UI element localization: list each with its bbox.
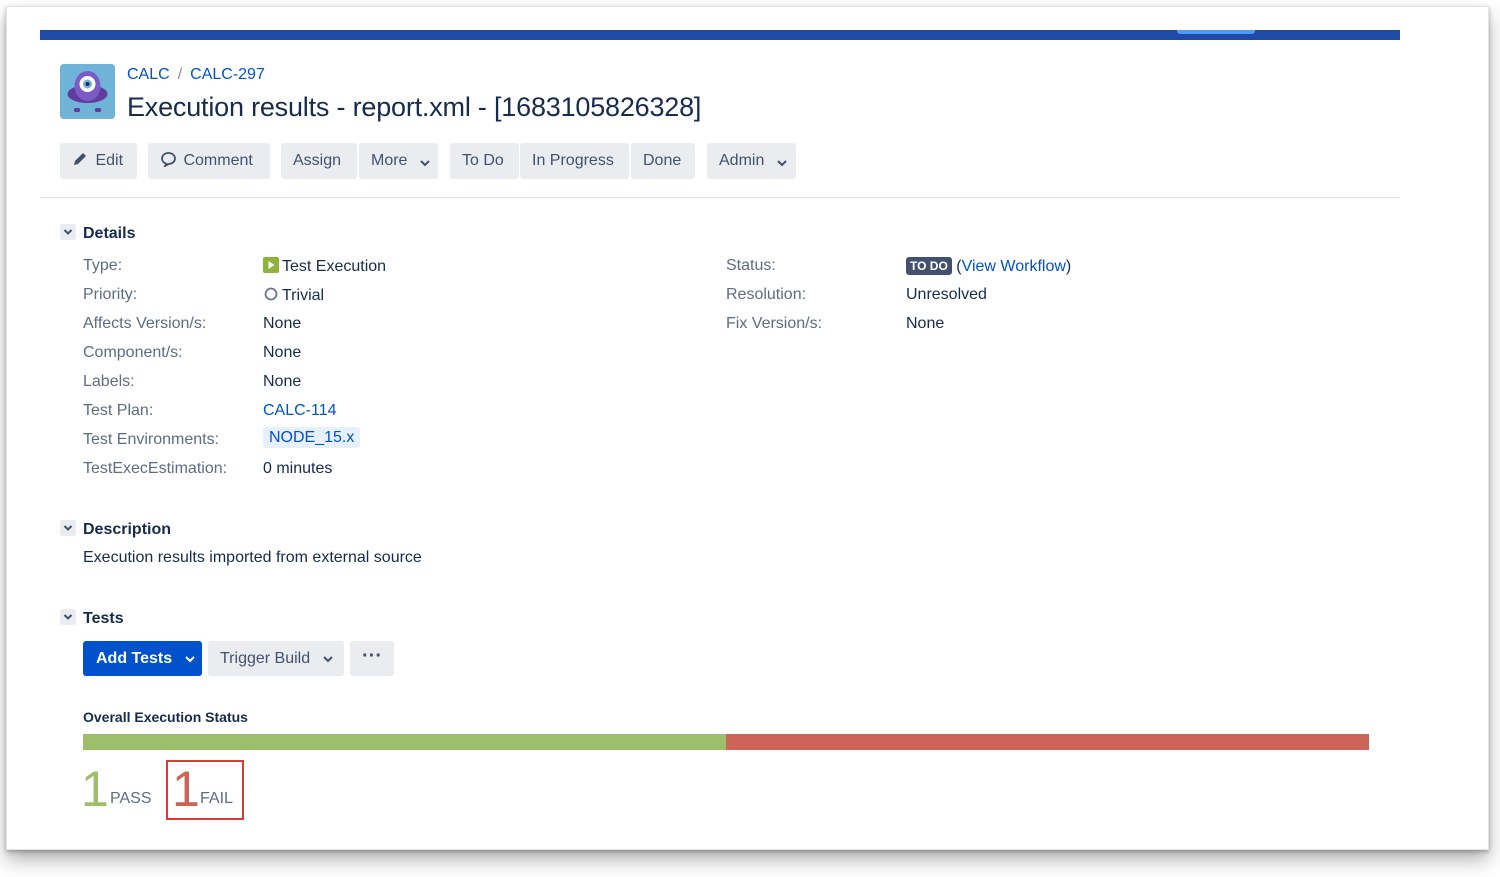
tests-section-header[interactable]: Tests <box>60 609 124 628</box>
assign-button[interactable]: Assign <box>281 143 357 179</box>
priority-value-text: Trivial <box>282 287 325 304</box>
status-label: Status: <box>726 257 776 274</box>
collapse-toggle-icon <box>60 224 76 240</box>
affects-version-label: Affects Version/s: <box>83 315 207 332</box>
more-actions-button[interactable]: ··· <box>350 641 394 676</box>
overall-execution-status-title: Overall Execution Status <box>83 709 248 725</box>
chevron-down-icon <box>777 160 787 167</box>
type-value-text: Test Execution <box>282 258 387 275</box>
fail-highlight-box <box>166 760 244 820</box>
chevron-down-icon <box>322 656 333 663</box>
description-heading: Description <box>83 521 172 538</box>
view-workflow-link[interactable]: View Workflow <box>962 258 1066 275</box>
description-section-header[interactable]: Description <box>60 520 171 539</box>
breadcrumb-separator: / <box>177 66 183 83</box>
test-plan-link[interactable]: CALC-114 <box>263 402 337 419</box>
fix-version-label: Fix Version/s: <box>726 315 823 332</box>
pass-count: 1 <box>81 761 109 817</box>
transition-in-progress-button[interactable]: In Progress <box>520 143 629 179</box>
type-value: Test Execution <box>263 257 386 276</box>
project-avatar[interactable] <box>60 64 115 119</box>
labels-value: None <box>263 373 302 390</box>
affects-version-value: None <box>263 315 302 332</box>
project-avatar-icon <box>60 64 115 119</box>
priority-label: Priority: <box>83 286 138 303</box>
test-exec-estimation-label: TestExecEstimation: <box>83 460 228 477</box>
top-nav-active-tab[interactable] <box>1177 30 1255 34</box>
more-button-label: More <box>371 152 408 169</box>
edit-button-label: Edit <box>95 152 124 169</box>
trivial-priority-icon <box>264 287 278 301</box>
trigger-build-label: Trigger Build <box>220 650 311 667</box>
chevron-down-icon <box>184 656 195 663</box>
transition-in-progress-label: In Progress <box>532 152 614 169</box>
collapse-toggle-icon <box>60 520 76 536</box>
transition-todo-label: To Do <box>462 152 504 169</box>
transition-done-label: Done <box>643 152 682 169</box>
test-environments-value: NODE_15.x <box>263 427 361 448</box>
transition-done-button[interactable]: Done <box>631 143 695 179</box>
pass-segment[interactable] <box>83 734 726 750</box>
page-title: Execution results - report.xml - [168310… <box>127 92 702 122</box>
test-exec-estimation-value: 0 minutes <box>263 460 333 477</box>
comment-icon <box>161 152 176 169</box>
edit-button[interactable]: Edit <box>60 143 137 179</box>
test-plan-value: CALC-114 <box>263 402 337 420</box>
details-heading: Details <box>83 225 136 242</box>
test-environments-label: Test Environments: <box>83 431 220 448</box>
component-value: None <box>263 344 302 361</box>
trigger-build-button[interactable]: Trigger Build <box>208 641 344 676</box>
pass-label: PASS <box>110 790 152 807</box>
fix-version-value: None <box>906 315 945 332</box>
comment-button-label: Comment <box>183 152 253 169</box>
test-environment-tag[interactable]: NODE_15.x <box>263 427 361 448</box>
test-plan-label: Test Plan: <box>83 402 154 419</box>
status-badge: TO DO <box>906 257 952 275</box>
breadcrumb-project-link[interactable]: CALC <box>127 66 170 83</box>
comment-button[interactable]: Comment <box>148 143 270 179</box>
add-tests-button[interactable]: Add Tests <box>83 641 202 676</box>
pencil-icon <box>74 153 86 165</box>
component-label: Component/s: <box>83 344 183 361</box>
admin-button[interactable]: Admin <box>707 143 796 179</box>
status-value: TO DO (View Workflow) <box>906 257 1071 276</box>
labels-label: Labels: <box>83 373 135 390</box>
chevron-down-icon <box>420 160 430 167</box>
resolution-label: Resolution: <box>726 286 807 303</box>
more-actions-ellipsis: ··· <box>362 645 382 667</box>
details-section-header[interactable]: Details <box>60 224 135 243</box>
admin-button-label: Admin <box>719 152 765 169</box>
execution-status-bar <box>83 734 1369 750</box>
more-button[interactable]: More <box>359 143 438 179</box>
breadcrumb: CALC / CALC-297 <box>127 66 265 84</box>
priority-value: Trivial <box>263 286 324 305</box>
type-label: Type: <box>83 257 123 274</box>
breadcrumb-issue-link[interactable]: CALC-297 <box>190 66 265 83</box>
fail-segment[interactable] <box>726 734 1369 750</box>
tests-heading: Tests <box>83 610 124 627</box>
add-tests-label: Add Tests <box>96 650 173 667</box>
collapse-toggle-icon <box>60 609 76 625</box>
view-workflow-close-paren: ) <box>1065 258 1072 275</box>
transition-todo-button[interactable]: To Do <box>450 143 519 179</box>
resolution-value: Unresolved <box>906 286 987 303</box>
test-execution-icon <box>263 257 279 273</box>
description-text: Execution results imported from external… <box>83 549 422 566</box>
assign-button-label: Assign <box>293 152 342 169</box>
header-divider <box>40 197 1400 198</box>
